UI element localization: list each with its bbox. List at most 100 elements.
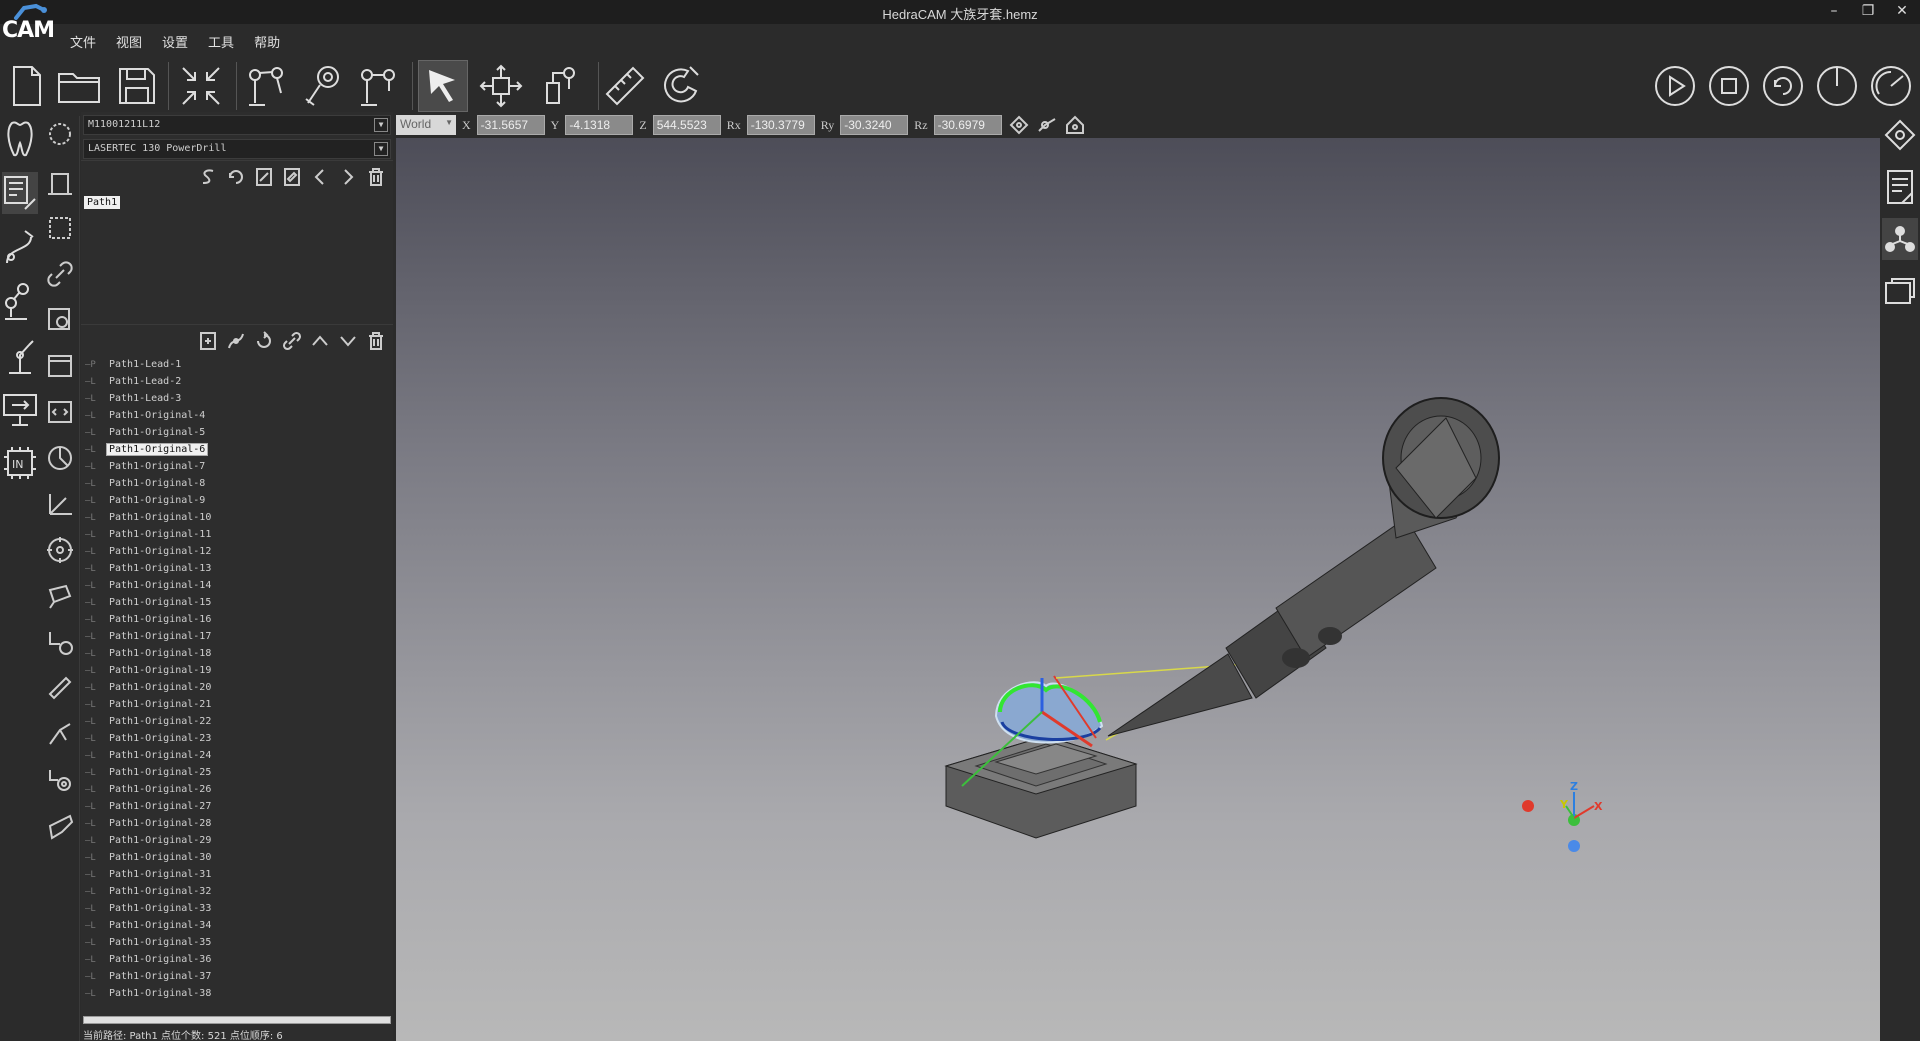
arm-pick-icon[interactable] — [42, 716, 78, 752]
chevron-down-icon[interactable]: ▼ — [374, 118, 388, 132]
menu-view[interactable]: 视图 — [106, 24, 152, 56]
robot-link-icon[interactable] — [2, 280, 38, 322]
play-icon[interactable] — [1650, 60, 1700, 112]
tooth-icon[interactable] — [2, 118, 38, 160]
simulation-icon[interactable] — [2, 388, 38, 430]
path-curve-icon[interactable] — [2, 226, 38, 268]
program-select[interactable]: M11001211L12 ▼ — [83, 115, 391, 135]
menu-help[interactable]: 帮助 — [244, 24, 290, 56]
snap-face-icon[interactable] — [1064, 115, 1086, 135]
save-icon[interactable] — [112, 60, 162, 112]
tree-row[interactable]: —L Path1-Original-10 — [81, 509, 393, 526]
profile-icon[interactable] — [42, 164, 78, 200]
snap-point-icon[interactable] — [1008, 115, 1030, 135]
tree-row[interactable]: —L Path1-Original-26 — [81, 781, 393, 798]
tree-row[interactable]: —L Path1-Original-12 — [81, 543, 393, 560]
menu-settings[interactable]: 设置 — [152, 24, 198, 56]
delete-point-icon[interactable] — [365, 330, 387, 352]
loop-icon[interactable] — [225, 166, 247, 188]
menu-tools[interactable]: 工具 — [198, 24, 244, 56]
speed-icon[interactable] — [1866, 60, 1916, 112]
robot-base-icon[interactable] — [2, 334, 38, 376]
robot-gear-icon[interactable] — [42, 624, 78, 660]
tree-row[interactable]: —L Path1-Original-8 — [81, 475, 393, 492]
tool-holder-icon[interactable] — [42, 578, 78, 614]
tree-row[interactable]: —L Path1-Lead-3 — [81, 390, 393, 407]
snap-edge-icon[interactable] — [1036, 115, 1058, 135]
layers-icon[interactable] — [1882, 114, 1918, 156]
rx-field[interactable]: -130.3779 — [746, 115, 815, 135]
angle-icon[interactable] — [42, 486, 78, 522]
tree-row[interactable]: —L Path1-Original-32 — [81, 883, 393, 900]
ruler-icon[interactable] — [600, 60, 650, 112]
horizontal-scrollbar[interactable] — [83, 1016, 391, 1024]
code-icon[interactable] — [42, 394, 78, 430]
tree-row[interactable]: —L Path1-Original-21 — [81, 696, 393, 713]
add-path-icon[interactable] — [253, 166, 275, 188]
network-icon[interactable] — [1882, 218, 1918, 260]
y-field[interactable]: -4.1318 — [565, 115, 634, 135]
next-icon[interactable] — [337, 166, 359, 188]
tree-row[interactable]: —L Path1-Original-4 — [81, 407, 393, 424]
report-icon[interactable] — [1882, 166, 1918, 208]
tree-row[interactable]: —L Path1-Original-30 — [81, 849, 393, 866]
tree-row[interactable]: —P Path1-Lead-1 — [81, 356, 393, 373]
close-button[interactable]: ✕ — [1892, 2, 1912, 20]
tree-row[interactable]: —L Path1-Original-20 — [81, 679, 393, 696]
robot-config-icon[interactable] — [354, 60, 404, 112]
tree-row[interactable]: —L Path1-Original-37 — [81, 968, 393, 985]
new-file-icon[interactable] — [2, 60, 52, 112]
chain-link-icon[interactable] — [42, 256, 78, 292]
path-item[interactable]: Path1 — [84, 196, 121, 209]
robot-teach-icon[interactable] — [536, 60, 586, 112]
path-edit-icon[interactable] — [2, 172, 38, 214]
tree-row[interactable]: —L Path1-Original-6 — [81, 441, 393, 458]
restore-button[interactable]: ❐ — [1858, 2, 1878, 20]
timer-icon[interactable] — [1812, 60, 1862, 112]
link-point-icon[interactable] — [281, 330, 303, 352]
chevron-down-icon[interactable]: ▼ — [374, 142, 388, 156]
tree-row[interactable]: —L Path1-Original-14 — [81, 577, 393, 594]
settings-page-icon[interactable] — [42, 302, 78, 338]
tree-row[interactable]: —L Path1-Original-19 — [81, 662, 393, 679]
tree-row[interactable]: —L Path1-Original-25 — [81, 764, 393, 781]
magnet-icon[interactable] — [656, 60, 706, 112]
machine-select[interactable]: LASERTEC 130 PowerDrill ▼ — [83, 139, 391, 159]
reset-icon[interactable] — [1758, 60, 1808, 112]
tree-row[interactable]: —L Path1-Original-29 — [81, 832, 393, 849]
tree-row[interactable]: —L Path1-Original-34 — [81, 917, 393, 934]
cutter-icon[interactable] — [42, 670, 78, 706]
stop-icon[interactable] — [1704, 60, 1754, 112]
minimize-button[interactable]: – — [1824, 2, 1844, 20]
new-point-icon[interactable] — [197, 330, 219, 352]
window-icon[interactable] — [42, 348, 78, 384]
tree-row[interactable]: —L Path1-Original-35 — [81, 934, 393, 951]
tree-row[interactable]: —L Path1-Original-7 — [81, 458, 393, 475]
select-cursor-icon[interactable] — [418, 60, 468, 112]
frame-select[interactable]: World ▼ — [396, 115, 456, 135]
move-up-icon[interactable] — [309, 330, 331, 352]
z-field[interactable]: 544.5523 — [652, 115, 721, 135]
tree-row[interactable]: —L Path1-Original-5 — [81, 424, 393, 441]
s-curve-icon[interactable] — [197, 166, 219, 188]
3d-viewport[interactable]: Z Y X — [396, 138, 1880, 1041]
tree-row[interactable]: —L Path1-Original-13 — [81, 560, 393, 577]
robot-tool-icon[interactable] — [298, 60, 348, 112]
chart-pie-icon[interactable] — [42, 440, 78, 476]
tree-row[interactable]: —L Path1-Original-33 — [81, 900, 393, 917]
move-down-icon[interactable] — [337, 330, 359, 352]
target-icon[interactable] — [42, 532, 78, 568]
lasso-icon[interactable] — [42, 118, 78, 154]
tree-row[interactable]: —L Path1-Original-18 — [81, 645, 393, 662]
prev-icon[interactable] — [309, 166, 331, 188]
open-folder-icon[interactable] — [54, 60, 104, 112]
fit-view-icon[interactable] — [176, 60, 226, 112]
tree-row[interactable]: —L Path1-Original-23 — [81, 730, 393, 747]
select-region-icon[interactable] — [42, 210, 78, 246]
arm-gear-icon[interactable] — [42, 762, 78, 798]
tree-row[interactable]: —L Path1-Original-38 — [81, 985, 393, 1002]
edit-path-icon[interactable] — [281, 166, 303, 188]
tree-row[interactable]: —L Path1-Original-27 — [81, 798, 393, 815]
tree-row[interactable]: —L Path1-Lead-2 — [81, 373, 393, 390]
tree-row[interactable]: —L Path1-Original-11 — [81, 526, 393, 543]
